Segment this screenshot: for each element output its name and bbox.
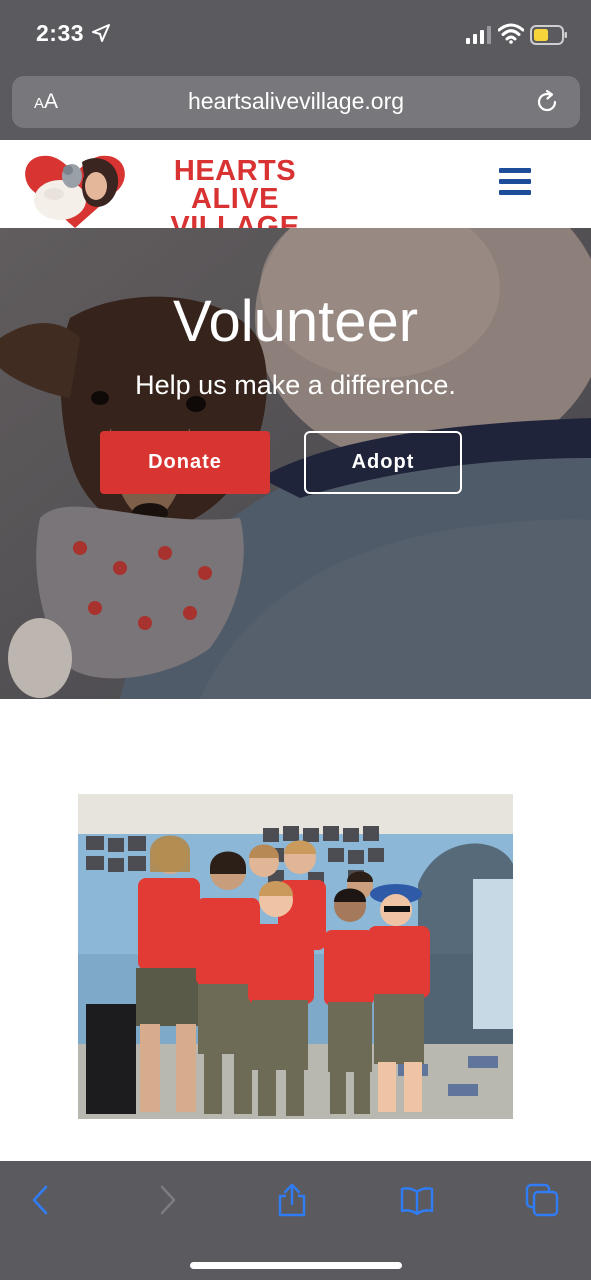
hero-title: Volunteer <box>172 289 419 354</box>
share-icon[interactable] <box>275 1183 309 1217</box>
menu-bar <box>499 190 531 195</box>
forward-icon[interactable] <box>150 1183 184 1217</box>
logo-line-1: HEARTS ALIVE <box>173 155 297 215</box>
location-arrow-icon <box>92 24 110 42</box>
status-bar: 2:33 <box>0 0 591 72</box>
site-header: HEARTS ALIVE VILLAGE <box>0 140 591 242</box>
browser-toolbar <box>0 1161 591 1280</box>
browser-address-area: AA heartsalivevillage.org <box>0 72 591 140</box>
hero-subtitle: Help us make a difference. <box>135 370 456 400</box>
menu-bar <box>499 168 531 173</box>
volunteer-group-photo <box>78 794 513 1119</box>
battery-icon <box>530 25 567 45</box>
donate-button[interactable]: Donate <box>100 431 270 494</box>
menu-bar <box>499 179 531 184</box>
back-icon[interactable] <box>24 1183 58 1217</box>
signal-icon <box>466 26 491 44</box>
url-text[interactable]: heartsalivevillage.org <box>12 88 580 115</box>
bookmarks-icon[interactable] <box>400 1183 434 1217</box>
hamburger-menu-icon[interactable] <box>499 168 531 198</box>
home-indicator <box>190 1262 402 1269</box>
reload-icon[interactable] <box>534 89 560 115</box>
address-bar[interactable]: AA heartsalivevillage.org <box>12 76 580 128</box>
logo-heart-icon[interactable] <box>20 148 130 230</box>
group-photo-image <box>78 794 513 1119</box>
wifi-icon <box>498 23 524 44</box>
adopt-button[interactable]: Adopt <box>304 431 462 494</box>
hero-banner: Volunteer Help us make a difference. Don… <box>0 228 591 699</box>
tabs-icon[interactable] <box>525 1183 559 1217</box>
status-time: 2:33 <box>36 20 85 46</box>
